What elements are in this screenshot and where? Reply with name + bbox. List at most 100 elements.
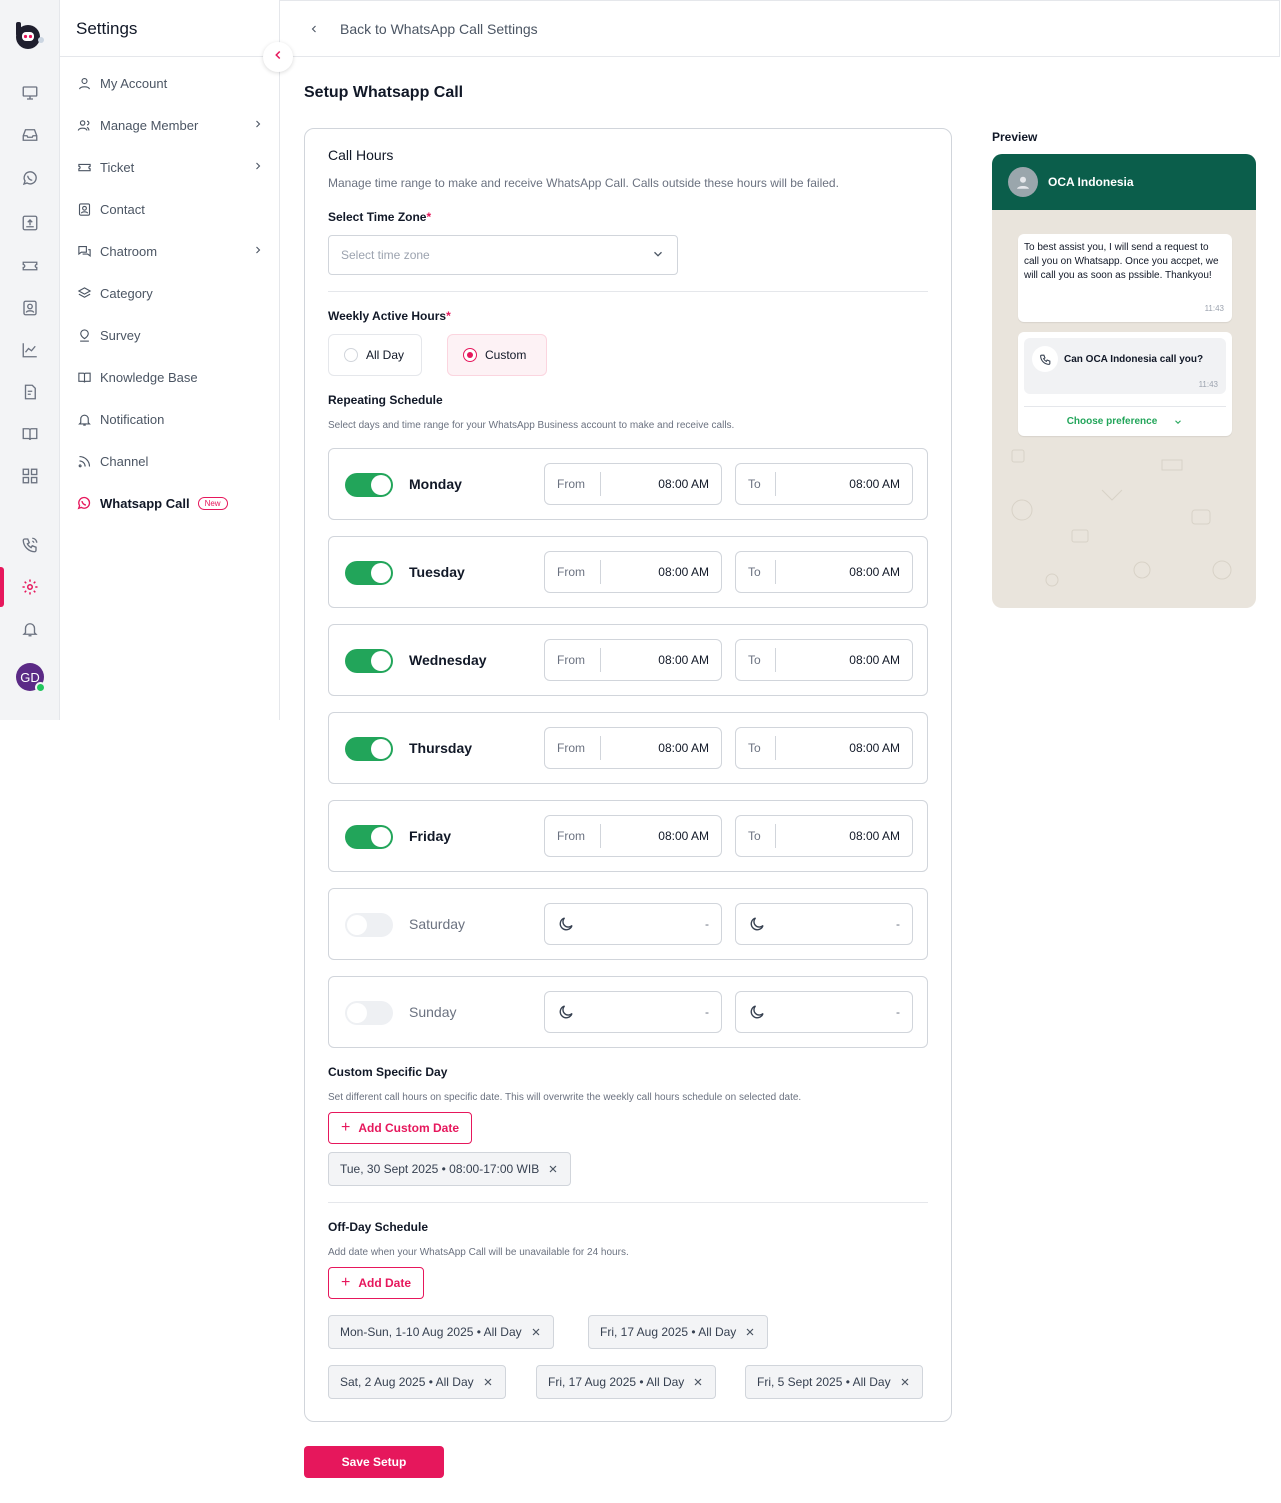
- custom-radio[interactable]: Custom: [447, 334, 547, 376]
- chip-label: Sat, 2 Aug 2025 • All Day: [340, 1375, 474, 1389]
- sidebar-item-knowledge-base[interactable]: Knowledge Base: [76, 362, 264, 392]
- from-time-field[interactable]: From 08:00 AM: [544, 639, 722, 681]
- to-time-field[interactable]: To 08:00 AM: [735, 463, 913, 505]
- to-time-field[interactable]: To 08:00 AM: [735, 551, 913, 593]
- to-time-field[interactable]: To 08:00 AM: [735, 815, 913, 857]
- chevron-left-icon: [271, 48, 285, 67]
- sidebar-item-category[interactable]: Category: [76, 278, 264, 308]
- sidebar-item-manage-member[interactable]: Manage Member: [76, 110, 264, 140]
- all-day-radio[interactable]: All Day: [328, 334, 422, 376]
- chevron-down-icon: [1165, 417, 1183, 427]
- moon-icon: [736, 1003, 766, 1021]
- add-date-label: Add Date: [358, 1276, 412, 1290]
- close-icon[interactable]: [547, 1163, 559, 1175]
- inbox-icon[interactable]: [19, 124, 41, 146]
- to-time-field-disabled[interactable]: -: [735, 991, 913, 1033]
- call-hours-description: Manage time range to make and receive Wh…: [328, 176, 839, 190]
- sidebar-item-label: Category: [100, 285, 153, 301]
- day-toggle[interactable]: [345, 649, 393, 673]
- avatar[interactable]: GD: [16, 663, 46, 693]
- contact-name: OCA Indonesia: [1048, 175, 1134, 189]
- day-toggle[interactable]: [345, 473, 393, 497]
- phone-icon: [1032, 346, 1058, 372]
- from-time-field[interactable]: From 08:00 AM: [544, 551, 722, 593]
- ticket-rail-icon[interactable]: [19, 255, 41, 277]
- from-time-field[interactable]: From 08:00 AM: [544, 727, 722, 769]
- from-label: From: [545, 472, 601, 496]
- repeating-schedule-description: Select days and time range for your What…: [328, 420, 735, 431]
- sidebar-title: Settings: [76, 19, 138, 38]
- custom-day-description: Set different call hours on specific dat…: [328, 1092, 802, 1103]
- all-day-label: All Day: [366, 348, 405, 362]
- custom-label: Custom: [485, 348, 527, 362]
- day-toggle[interactable]: [345, 825, 393, 849]
- section-divider: [328, 1202, 928, 1203]
- knowledge-rail-icon[interactable]: [19, 423, 41, 445]
- to-time-field[interactable]: To 08:00 AM: [735, 639, 913, 681]
- grid-icon[interactable]: [19, 465, 41, 487]
- moon-icon: [545, 1003, 575, 1021]
- bell-rail-icon[interactable]: [19, 618, 41, 640]
- upload-box-icon[interactable]: [19, 212, 41, 234]
- call-request-text: Can OCA Indonesia call you?: [1064, 354, 1204, 365]
- sidebar-item-label: Contact: [100, 201, 145, 217]
- day-toggle[interactable]: [345, 913, 393, 937]
- weekly-hours-label-text: Weekly Active Hours: [328, 309, 447, 323]
- contact-rail-icon[interactable]: [19, 297, 41, 319]
- to-label: To: [736, 824, 776, 848]
- top-bar: Back to WhatsApp Call Settings: [280, 0, 1280, 57]
- close-icon[interactable]: [482, 1376, 494, 1388]
- gear-icon[interactable]: [19, 576, 41, 598]
- back-link[interactable]: Back to WhatsApp Call Settings: [308, 21, 538, 37]
- monitor-icon[interactable]: [19, 82, 41, 104]
- to-value: 08:00 AM: [849, 653, 900, 667]
- sidebar-item-survey[interactable]: Survey: [76, 320, 264, 350]
- offday-chip: Fri, 17 Aug 2025 • All Day: [588, 1315, 769, 1349]
- whatsapp-rail-icon[interactable]: [19, 167, 41, 189]
- phone-call-icon[interactable]: [19, 534, 41, 556]
- to-time-field[interactable]: To 08:00 AM: [735, 727, 913, 769]
- sidebar-item-my-account[interactable]: My Account: [76, 68, 264, 98]
- day-toggle[interactable]: [345, 737, 393, 761]
- collapse-sidebar-button[interactable]: [263, 42, 293, 72]
- save-setup-button[interactable]: Save Setup: [304, 1446, 444, 1478]
- from-time-field[interactable]: From 08:00 AM: [544, 463, 722, 505]
- timezone-label-text: Select Time Zone: [328, 210, 427, 224]
- icon-rail: GD: [0, 0, 60, 720]
- book-icon: [76, 369, 92, 385]
- close-icon[interactable]: [899, 1376, 911, 1388]
- chart-icon[interactable]: [19, 339, 41, 361]
- from-value: 08:00 AM: [658, 829, 709, 843]
- from-time-field-disabled[interactable]: -: [544, 903, 722, 945]
- close-icon[interactable]: [530, 1326, 542, 1338]
- timezone-select[interactable]: Select time zone: [328, 235, 678, 275]
- sidebar-item-ticket[interactable]: Ticket: [76, 152, 264, 182]
- chip-label: Mon-Sun, 1-10 Aug 2025 • All Day: [340, 1325, 522, 1339]
- timezone-label: Select Time Zone*: [328, 210, 432, 224]
- sidebar-item-notification[interactable]: Notification: [76, 404, 264, 434]
- timezone-placeholder: Select time zone: [341, 248, 430, 262]
- close-icon[interactable]: [744, 1326, 756, 1338]
- sidebar-item-chatroom[interactable]: Chatroom: [76, 236, 264, 266]
- day-name: Monday: [409, 476, 462, 492]
- to-label: To: [736, 648, 776, 672]
- sidebar-item-contact[interactable]: Contact: [76, 194, 264, 224]
- app-logo-icon[interactable]: [14, 20, 46, 52]
- day-toggle[interactable]: [345, 561, 393, 585]
- message-time: 11:43: [1204, 304, 1224, 313]
- choose-preference-button[interactable]: Choose preference: [1024, 406, 1226, 427]
- day-toggle[interactable]: [345, 1001, 393, 1025]
- sidebar-item-whatsapp-call[interactable]: Whatsapp Call New: [76, 488, 264, 518]
- from-time-field-disabled[interactable]: -: [544, 991, 722, 1033]
- chevron-down-icon: [651, 247, 665, 264]
- from-time-field[interactable]: From 08:00 AM: [544, 815, 722, 857]
- report-icon[interactable]: [19, 381, 41, 403]
- to-time-field-disabled[interactable]: -: [735, 903, 913, 945]
- add-date-button[interactable]: + Add Date: [328, 1267, 425, 1299]
- add-custom-date-button[interactable]: + Add Custom Date: [328, 1112, 473, 1144]
- add-custom-date-label: Add Custom Date: [358, 1121, 460, 1135]
- radio-circle: [344, 348, 358, 362]
- bell-icon: [76, 411, 92, 427]
- sidebar-item-channel[interactable]: Channel: [76, 446, 264, 476]
- close-icon[interactable]: [692, 1376, 704, 1388]
